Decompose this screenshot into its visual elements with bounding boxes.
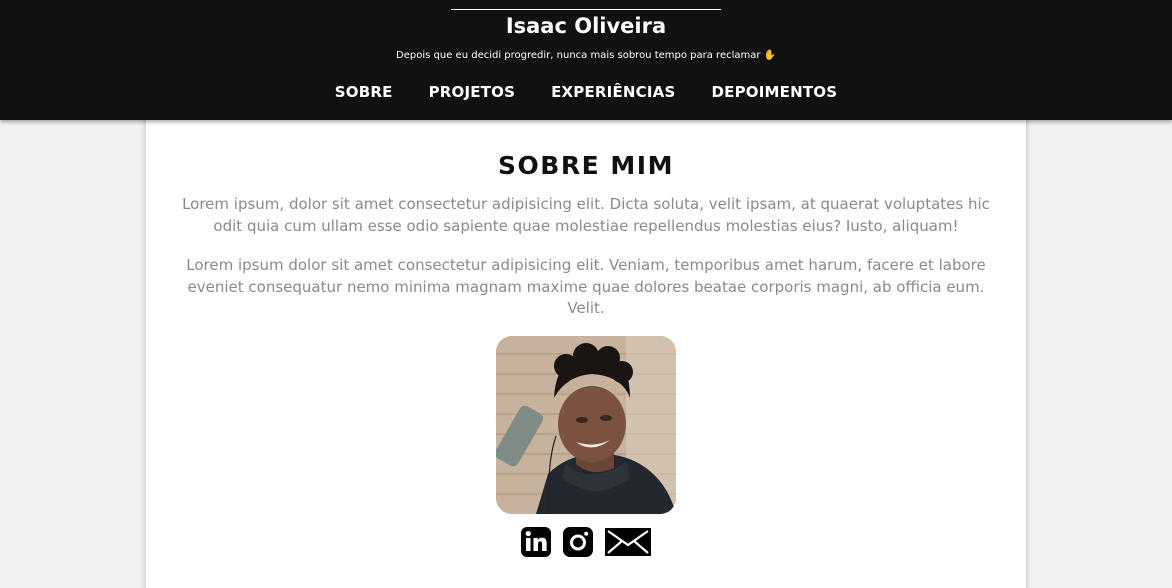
profile-photo [496, 336, 676, 514]
about-section: SOBRE MIM Lorem ipsum, dolor sit amet co… [146, 112, 1026, 588]
instagram-link[interactable] [562, 526, 594, 558]
profile-photo-image [496, 336, 676, 514]
about-paragraph-2: Lorem ipsum dolor sit amet consectetur a… [186, 256, 986, 317]
nav-link-projetos[interactable]: PROJETOS [429, 82, 516, 102]
social-links [520, 526, 652, 558]
linkedin-icon [521, 527, 551, 557]
hand-emoji-icon: ✋ [763, 50, 776, 61]
email-link[interactable] [604, 526, 652, 558]
instagram-icon [563, 527, 593, 557]
site-header: Isaac Oliveira Depois que eu decidi prog… [0, 0, 1172, 120]
tagline: Depois que eu decidi progredir, nunca ma… [0, 49, 1172, 63]
nav-link-depoimentos[interactable]: DEPOIMENTOS [711, 82, 837, 102]
nav-link-experiencias[interactable]: EXPERIÊNCIAS [551, 82, 675, 102]
nav-link-sobre[interactable]: SOBRE [335, 82, 393, 102]
about-paragraph-1: Lorem ipsum, dolor sit amet consectetur … [182, 195, 990, 235]
section-title: SOBRE MIM [498, 151, 674, 180]
site-title: Isaac Oliveira [505, 14, 667, 38]
title-divider [451, 9, 721, 10]
main-nav: SOBRE PROJETOS EXPERIÊNCIAS DEPOIMENTOS [0, 82, 1172, 102]
tagline-text: Depois que eu decidi progredir, nunca ma… [396, 50, 761, 61]
linkedin-link[interactable] [520, 526, 552, 558]
email-icon [605, 528, 651, 556]
